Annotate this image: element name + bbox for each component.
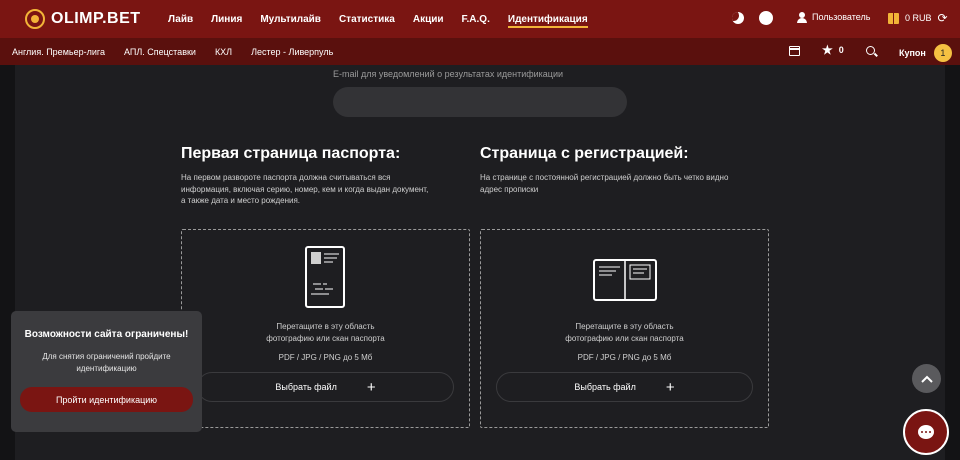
top-bar: OLIMP.BET Лайв Линия Мультилайв Статисти… bbox=[0, 0, 960, 38]
passport-reg-title: Страница с регистрацией: bbox=[480, 145, 689, 162]
gift-icon bbox=[888, 12, 899, 24]
nav-faq[interactable]: F.A.Q. bbox=[462, 0, 490, 38]
user-icon bbox=[797, 12, 807, 23]
desc-line: На первом развороте паспорта должна счит… bbox=[181, 173, 391, 182]
nav-live[interactable]: Лайв bbox=[168, 0, 193, 38]
refresh-icon[interactable]: ⟳ bbox=[938, 12, 948, 24]
balance-value: 0 RUB bbox=[905, 13, 932, 23]
dropzone-text: Перетащите в эту область фотографию или … bbox=[182, 321, 469, 344]
restriction-text: Для снятия ограничений пройдите идентифи… bbox=[21, 351, 192, 374]
star-icon: ★ bbox=[822, 43, 833, 57]
dropzone-line: фотографию или скан паспорта bbox=[565, 333, 684, 343]
plus-icon: + bbox=[366, 378, 376, 396]
coupon-count-badge: 1 bbox=[933, 44, 952, 62]
go-identification-button[interactable]: Пройти идентификацию bbox=[20, 387, 193, 412]
logo-text: OLIMP.BET bbox=[51, 10, 141, 27]
desc-line: адрес прописки bbox=[480, 184, 539, 194]
subnav-item[interactable]: КХЛ bbox=[215, 47, 232, 57]
choose-file-label: Выбрать файл bbox=[275, 382, 337, 392]
user-menu[interactable]: Пользователь bbox=[797, 12, 871, 23]
user-label: Пользователь bbox=[812, 12, 871, 22]
moon-icon[interactable] bbox=[732, 12, 744, 24]
restriction-panel: Возможности сайта ограничены! Для снятия… bbox=[11, 311, 202, 432]
restriction-line: идентификацию bbox=[76, 363, 137, 373]
dropzone-formats: PDF / JPG / PNG до 5 Мб bbox=[278, 353, 373, 362]
logo[interactable]: OLIMP.BET bbox=[25, 9, 165, 29]
restriction-line: Для снятия ограничений пройдите bbox=[42, 352, 171, 361]
passport-spread-icon bbox=[593, 259, 657, 301]
chat-button[interactable] bbox=[903, 409, 949, 455]
search-icon[interactable] bbox=[866, 46, 875, 55]
nav-promos[interactable]: Акции bbox=[413, 0, 444, 38]
dropzone-line: фотографию или скан паспорта bbox=[266, 333, 385, 343]
subnav-item[interactable]: АПЛ. Спецставки bbox=[124, 47, 196, 57]
theme-toggle[interactable] bbox=[732, 11, 773, 25]
main-nav: Лайв Линия Мультилайв Статистика Акции F… bbox=[168, 0, 606, 38]
choose-file-label: Выбрать файл bbox=[574, 382, 636, 392]
subnav-item[interactable]: Англия. Премьер-лига bbox=[12, 47, 105, 57]
nav-statistics[interactable]: Статистика bbox=[339, 0, 395, 38]
favorites[interactable]: ★ 0 bbox=[822, 44, 844, 56]
subnav-item[interactable]: Лестер - Ливерпуль bbox=[251, 47, 333, 57]
choose-file-button[interactable]: Выбрать файл + bbox=[197, 372, 454, 402]
nav-identification[interactable]: Идентификация bbox=[507, 0, 588, 38]
chevron-up-icon bbox=[920, 375, 933, 383]
sub-nav: Англия. Премьер-лига АПЛ. Спецставки КХЛ… bbox=[0, 38, 960, 65]
passport-page-icon bbox=[305, 246, 345, 308]
desc-line: а также дата и место рождения. bbox=[181, 196, 301, 206]
passport-main-desc: На первом развороте паспорта должна счит… bbox=[181, 172, 473, 207]
choose-file-button[interactable]: Выбрать файл + bbox=[496, 372, 753, 402]
nav-multilive[interactable]: Мультилайв bbox=[260, 0, 321, 38]
passport-main-title: Первая страница паспорта: bbox=[181, 145, 401, 162]
coupon-label: Купон bbox=[899, 48, 926, 58]
logo-icon bbox=[25, 9, 45, 29]
passport-main-dropzone[interactable]: Перетащите в эту область фотографию или … bbox=[181, 229, 470, 428]
desc-line: информация, включая серию, номер, кем и … bbox=[181, 184, 429, 194]
plus-icon: + bbox=[665, 378, 675, 396]
nav-line[interactable]: Линия bbox=[211, 0, 242, 38]
favorites-count: 0 bbox=[838, 45, 844, 55]
sun-icon[interactable] bbox=[759, 11, 773, 25]
scroll-up-button[interactable] bbox=[912, 364, 941, 393]
chat-icon bbox=[918, 425, 934, 439]
restriction-title: Возможности сайта ограничены! bbox=[24, 329, 189, 340]
email-field[interactable] bbox=[333, 87, 627, 117]
coupon-button[interactable]: Купон 1 bbox=[899, 44, 952, 62]
email-label: E-mail для уведомлений о результатах иде… bbox=[333, 69, 564, 79]
dropzone-line: Перетащите в эту область bbox=[276, 322, 375, 331]
desc-line: На странице с постоянной регистрацией до… bbox=[480, 173, 729, 182]
passport-reg-desc: На странице с постоянной регистрацией до… bbox=[480, 172, 772, 195]
dropzone-formats: PDF / JPG / PNG до 5 Мб bbox=[577, 353, 672, 362]
dropzone-line: Перетащите в эту область bbox=[575, 322, 674, 331]
passport-reg-dropzone[interactable]: Перетащите в эту область фотографию или … bbox=[480, 229, 769, 428]
dropzone-text: Перетащите в эту область фотографию или … bbox=[481, 321, 768, 344]
balance[interactable]: 0 RUB ⟳ bbox=[888, 12, 948, 24]
calendar-icon[interactable] bbox=[789, 46, 800, 56]
